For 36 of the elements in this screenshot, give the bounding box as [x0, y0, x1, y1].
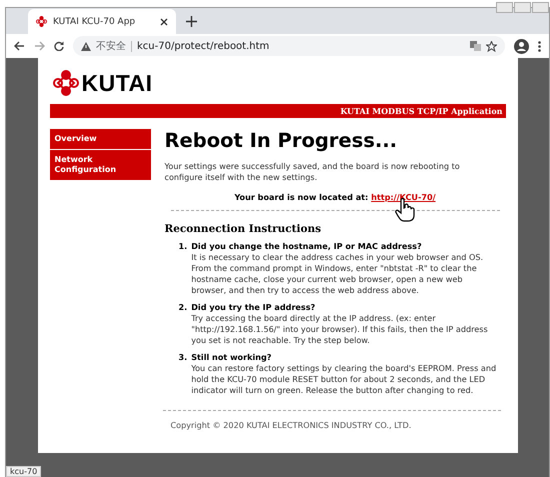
status-bubble: kcu-70	[6, 466, 42, 477]
browser-tab[interactable]: KUTAI KCU-70 App	[28, 9, 176, 34]
step-text: It is necessary to clear the address caches in your web browser and OS. From the command prompt in Windows, enter "nbtstat -R" to clear the hostname cache, close your current web browser, open a new web browser, and then try to access the web address above.	[191, 252, 484, 295]
step-title: Did you try the IP address?	[191, 302, 316, 313]
reload-icon[interactable]	[54, 41, 64, 51]
sidebar-item[interactable]: Overview	[50, 129, 150, 149]
step-title: Still not working?	[191, 352, 273, 363]
warning-icon	[81, 42, 91, 50]
step-number: 2.	[178, 302, 188, 314]
translate-icon[interactable]	[470, 41, 481, 51]
step-number: 3.	[178, 352, 188, 364]
step-title: Did you change the hostname, IP or MAC address?	[191, 241, 423, 252]
step-text: Try accessing the board directly at the IP address. (ex: enter "http://192.168.1.56/" into your browser). If this fails, then the IP address you set is not reachable. Try the step below.	[191, 313, 488, 345]
new-tab-icon[interactable]	[186, 16, 197, 27]
star-icon[interactable]	[486, 40, 497, 52]
logo-text: KUTAI	[82, 70, 153, 96]
location-label: Your board is now located at:	[234, 192, 368, 202]
tab-title: KUTAI KCU-70 App	[53, 16, 136, 26]
page-title: Reboot In Progress...	[164, 129, 398, 153]
section-heading: Reconnection Instructions	[164, 223, 322, 235]
logo-icon	[52, 70, 78, 96]
close-icon[interactable]	[160, 18, 168, 26]
back-icon[interactable]	[14, 41, 25, 51]
step-number: 1.	[178, 241, 188, 253]
menu-icon[interactable]	[538, 40, 541, 52]
address-bar[interactable]: 不安全 kcu-70/protect/reboot.htm	[73, 36, 505, 56]
profile-icon[interactable]	[514, 38, 529, 54]
app-banner: KUTAI MODBUS TCP/IP Application	[50, 104, 506, 118]
status-message: Your settings were successfully saved, and the board is now rebooting to configure itself with the new settings.	[164, 161, 461, 183]
security-label: 不安全	[96, 40, 126, 53]
url-text: kcu-70/protect/reboot.htm	[137, 40, 270, 52]
sidebar-item[interactable]: Network Configuration	[50, 150, 150, 180]
step-text: You can restore factory settings by clearing the board's EEPROM. Press and hold the KCU-70 module RESET button for about 2 seconds, and the LED indicator will turn on green. Release the button after changing to red.	[191, 363, 496, 395]
tab-favicon-icon	[36, 16, 47, 27]
location-link[interactable]: http://KCU-70/	[371, 192, 436, 202]
copyright-text: Copyright © 2020 KUTAI ELECTRONICS INDUSTRY CO., LTD.	[162, 410, 500, 430]
